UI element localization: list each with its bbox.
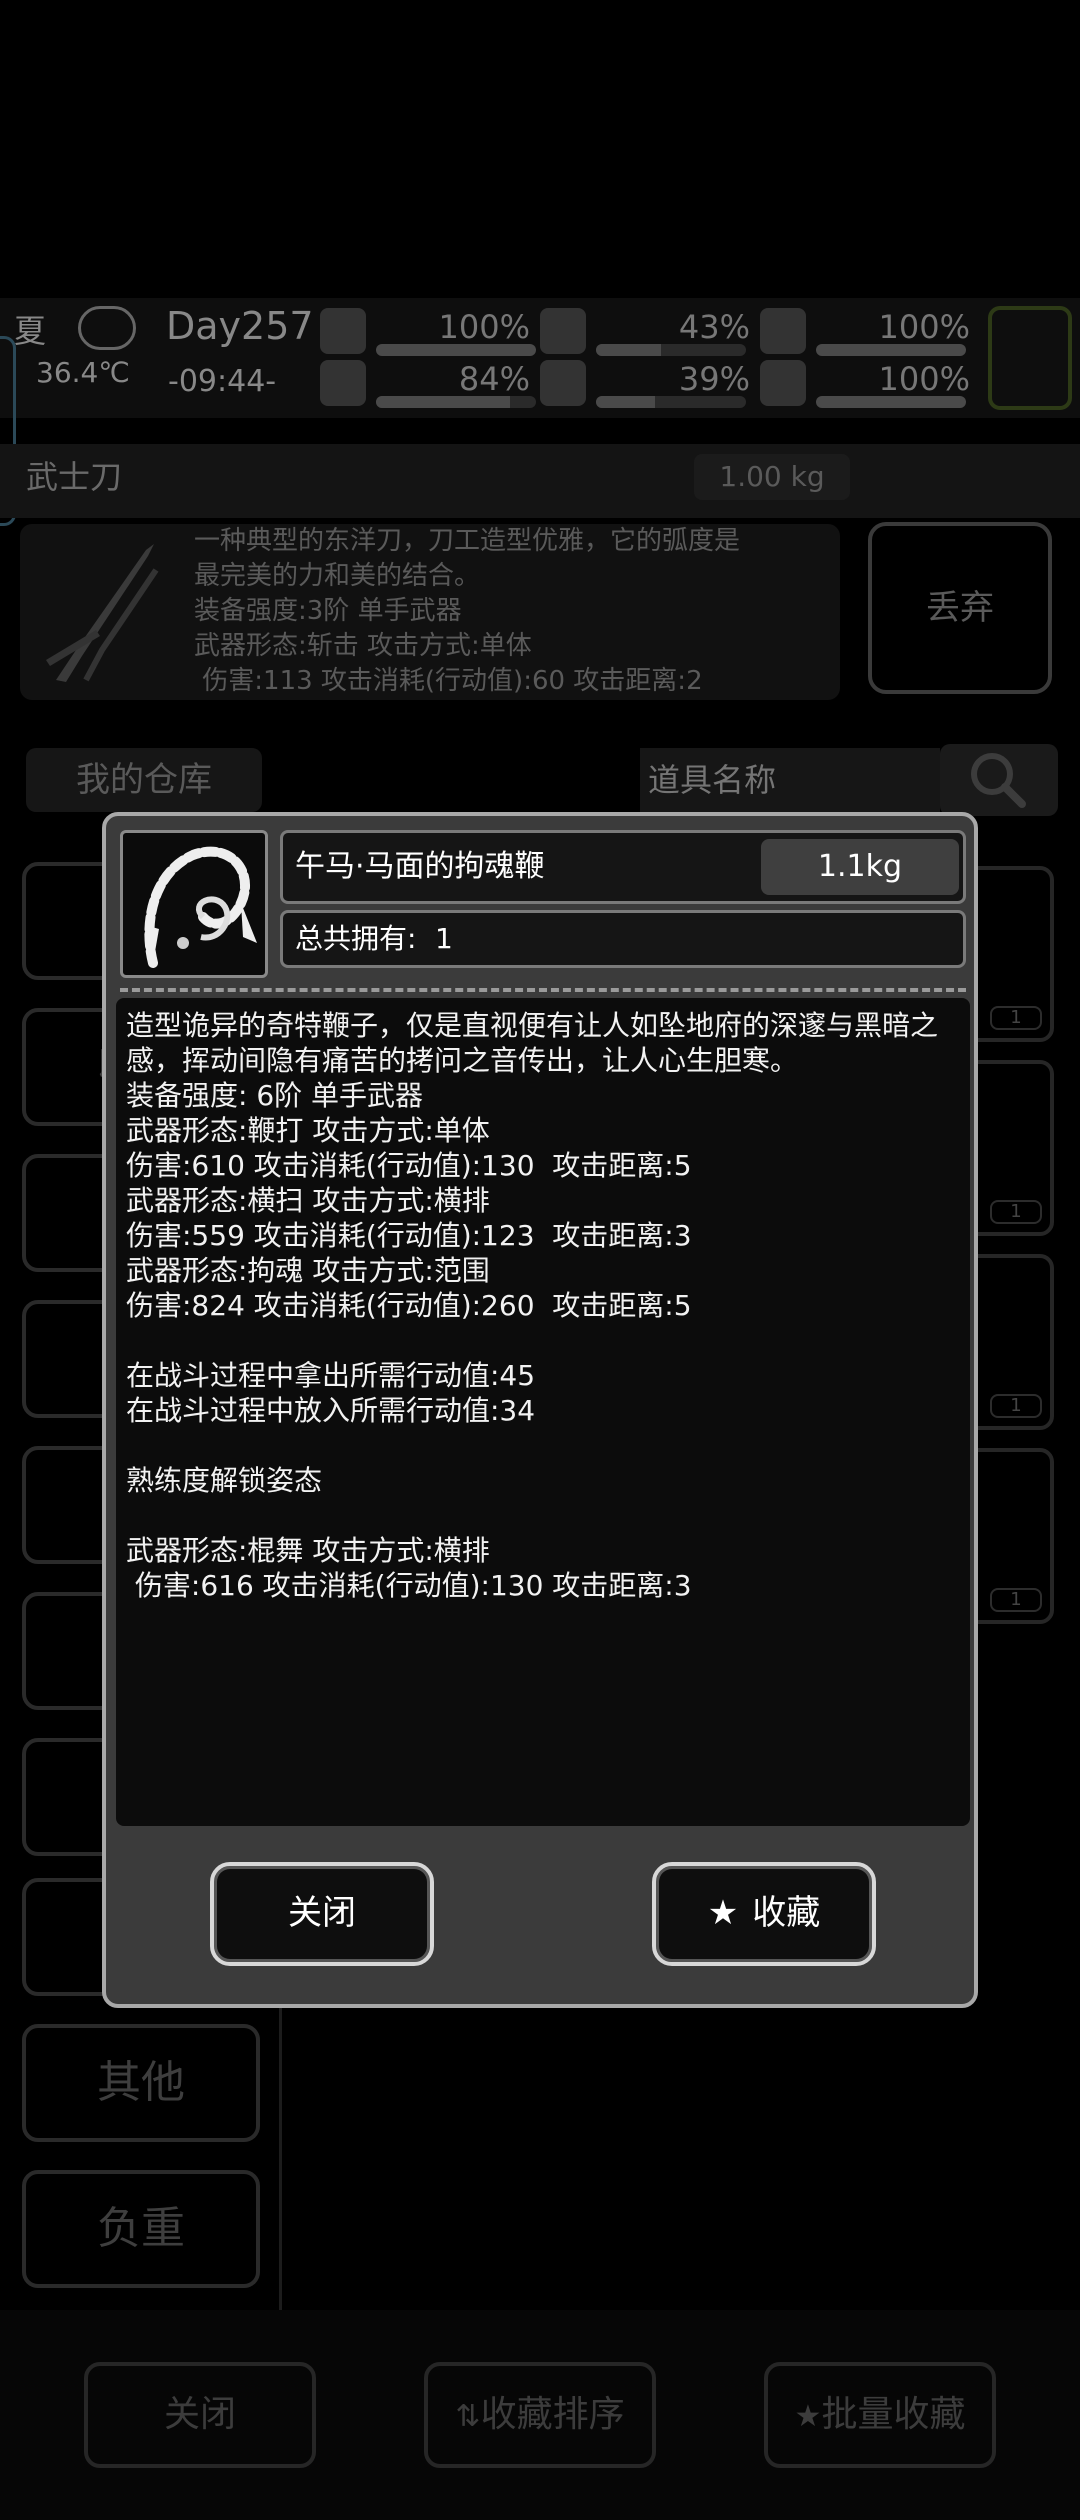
stat-percent: 100%: [438, 308, 530, 346]
search-icon: [971, 753, 1026, 808]
description-line: 一种典型的东洋刀，刀工造型优雅，它的弧度是: [194, 526, 741, 556]
day-counter: Day257: [166, 304, 314, 348]
season-label: 夏: [14, 312, 47, 350]
owned-label: 总共拥有:: [295, 922, 417, 955]
katana-icon: [46, 544, 159, 682]
clock: -09:44-: [168, 364, 277, 399]
slot-count: 1: [990, 1588, 1042, 1612]
favorite-label: 收藏: [752, 1893, 821, 1933]
sort-icon: ⇅: [455, 2399, 481, 2434]
stat-bar: [816, 396, 966, 408]
stat-bar: [376, 344, 536, 356]
stat-medicine: 100%: [760, 308, 970, 356]
stat-bar: [376, 396, 536, 408]
sort-favorites-label: 收藏排序: [480, 2394, 625, 2435]
description-line: 最完美的力和美的结合。: [194, 561, 481, 591]
stat-bar: [596, 396, 746, 408]
whip-icon: [144, 846, 257, 968]
stat-percent: 43%: [678, 308, 750, 346]
stat-percent: 39%: [678, 360, 750, 398]
slot-count: 1: [990, 1006, 1042, 1030]
item-name-box: 午马·马面的拘魂鞭 1.1kg: [280, 830, 966, 904]
item-description-box[interactable]: 造型诡异的奇特鞭子，仅是直视便有让人如坠地府的深邃与黑暗之感，挥动间隐有痛苦的拷…: [116, 998, 970, 1826]
description-line: 伤害:113 攻击消耗(行动值):60 攻击距离:2: [194, 666, 703, 696]
equipped-item-weight: 1.00 kg: [694, 454, 850, 500]
stat-percent: 84%: [458, 360, 530, 398]
batch-favorite-label: 批量收藏: [821, 2394, 966, 2435]
cloud-sun-icon: [78, 306, 136, 350]
stat-health: 100%: [320, 308, 536, 356]
close-storage-button[interactable]: 关闭: [84, 2362, 316, 2468]
equipped-item-description: 一种典型的东洋刀，刀工造型优雅，它的弧度是 最完美的力和美的结合。 装备强度:3…: [194, 524, 834, 699]
batch-favorite-button[interactable]: ★批量收藏: [764, 2362, 996, 2468]
stat-bar: [596, 344, 746, 356]
stat-hunger: 43%: [540, 308, 750, 356]
equipped-item-name: 武士刀: [26, 458, 123, 496]
star-icon: ★: [794, 2399, 822, 2434]
owned-count-box: 总共拥有: 1: [280, 910, 966, 968]
temperature: 36.4℃: [36, 356, 130, 389]
search-button[interactable]: [940, 744, 1058, 816]
search-input[interactable]: [640, 748, 940, 812]
item-weight: 1.1kg: [761, 839, 959, 895]
stat-stamina: 84%: [320, 360, 536, 408]
equipped-item-bar: [0, 444, 1080, 518]
slot-count: 1: [990, 1394, 1042, 1418]
favorite-button[interactable]: ★ 收藏: [652, 1862, 876, 1966]
stat-bar: [816, 344, 966, 356]
item-detail-dialog: 午马·马面的拘魂鞭 1.1kg 总共拥有: 1 造型诡异的奇特鞭子，仅是直视便有…: [102, 812, 978, 2008]
star-icon: ★: [707, 1893, 739, 1933]
item-description: 造型诡异的奇特鞭子，仅是直视便有让人如坠地府的深邃与黑暗之感，挥动间隐有痛苦的拷…: [126, 1009, 939, 1602]
tab-my-storage[interactable]: 我的仓库: [26, 748, 262, 812]
stat-percent: 100%: [878, 360, 970, 398]
menu-button[interactable]: [988, 306, 1072, 410]
slot-count: 1: [990, 1200, 1042, 1224]
description-line: 武器形态:斩击 攻击方式:单体: [194, 631, 532, 661]
item-icon-frame: [120, 830, 268, 978]
owned-value: 1: [435, 922, 453, 955]
dashed-divider: [120, 988, 966, 992]
description-line: 装备强度:3阶 单手武器: [194, 596, 462, 626]
discard-button[interactable]: 丢弃: [868, 522, 1052, 694]
item-name: 午马·马面的拘魂鞭: [295, 849, 545, 884]
stat-percent: 100%: [878, 308, 970, 346]
stat-thirst: 39%: [540, 360, 750, 408]
close-button[interactable]: 关闭: [210, 1862, 434, 1966]
category-other[interactable]: 其他: [22, 2024, 260, 2142]
sort-favorites-button[interactable]: ⇅收藏排序: [424, 2362, 656, 2468]
category-weight[interactable]: 负重: [22, 2170, 260, 2288]
stat-mood: 100%: [760, 360, 970, 408]
